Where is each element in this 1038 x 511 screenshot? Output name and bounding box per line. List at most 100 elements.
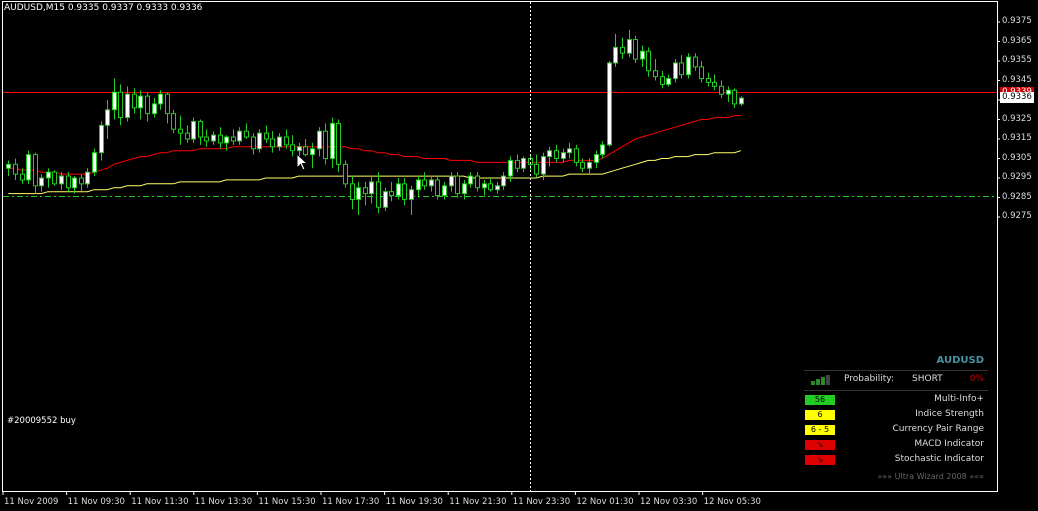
time-axis-label: 12 Nov 03:30 bbox=[640, 497, 698, 507]
current-price-badge: 0.9336 bbox=[1000, 92, 1034, 104]
time-axis-label: 11 Nov 15:30 bbox=[258, 497, 316, 507]
candle-body bbox=[350, 183, 355, 200]
candle-body bbox=[185, 132, 190, 140]
candle-body bbox=[712, 81, 717, 87]
candle-body bbox=[6, 163, 11, 169]
candle-body bbox=[600, 144, 605, 156]
time-axis-label: 11 Nov 09:30 bbox=[67, 497, 125, 507]
indicator-name: Multi-Info+ bbox=[934, 394, 984, 404]
indicator-value-box: ↘ bbox=[805, 440, 835, 450]
candle-body bbox=[719, 85, 724, 95]
price-axis-label: 0.9325 bbox=[1002, 113, 1032, 124]
candle-body bbox=[739, 97, 744, 105]
candle-body bbox=[59, 175, 64, 185]
candle-body bbox=[666, 78, 671, 85]
panel-divider bbox=[804, 390, 988, 391]
candle-body bbox=[66, 175, 71, 189]
candle-body bbox=[402, 183, 407, 200]
indicator-row: 6 Indice Strength bbox=[800, 408, 988, 422]
panel-divider bbox=[804, 370, 988, 371]
candle-body bbox=[363, 187, 368, 195]
candle-body bbox=[732, 89, 737, 105]
candle-body bbox=[39, 177, 44, 187]
candle-body bbox=[231, 136, 236, 142]
candle-body bbox=[105, 109, 110, 126]
candle-body bbox=[13, 163, 18, 175]
candle-body bbox=[620, 46, 625, 54]
time-axis-label: 11 Nov 13:30 bbox=[194, 497, 253, 507]
candle-body bbox=[336, 122, 341, 165]
candle-body bbox=[152, 103, 157, 115]
candle-body bbox=[679, 62, 684, 76]
candle-body bbox=[495, 185, 500, 191]
candle-body bbox=[79, 177, 84, 185]
candle-body bbox=[52, 171, 57, 185]
candle-body bbox=[673, 62, 678, 80]
candle-body bbox=[660, 76, 665, 85]
candle-body bbox=[277, 136, 282, 148]
panel-footer: »»» Ultra Wizard 2008 ««« bbox=[877, 472, 984, 481]
candle-body bbox=[145, 95, 150, 115]
candle-body bbox=[171, 113, 176, 130]
candle-body bbox=[640, 50, 645, 60]
candle-body bbox=[33, 154, 38, 187]
candle-body bbox=[607, 62, 612, 146]
candle-body bbox=[455, 175, 460, 195]
candle-body bbox=[224, 136, 229, 144]
candle-body bbox=[706, 78, 711, 83]
price-axis-label: 0.9305 bbox=[1002, 152, 1032, 163]
chart-title: AUDUSD,M15 0.9335 0.9337 0.9333 0.9336 bbox=[4, 3, 203, 13]
candle-body bbox=[290, 144, 295, 152]
price-axis-label: 0.9275 bbox=[1002, 211, 1032, 221]
candle-body bbox=[383, 191, 388, 208]
time-axis-label: 11 Nov 11:30 bbox=[131, 497, 189, 507]
candle-body bbox=[435, 179, 440, 197]
candle-body bbox=[204, 136, 209, 142]
probability-percent: 0% bbox=[969, 374, 984, 384]
candle-body bbox=[594, 154, 599, 163]
candle-body bbox=[646, 50, 651, 72]
candle-body bbox=[132, 93, 137, 109]
candle-body bbox=[547, 150, 552, 158]
candle-body bbox=[554, 150, 559, 159]
candle-body bbox=[686, 56, 691, 76]
indicator-name: Indice Strength bbox=[915, 409, 984, 419]
candle-body bbox=[699, 66, 704, 80]
candle-body bbox=[561, 152, 566, 159]
candle-body bbox=[587, 161, 592, 169]
time-axis-label: 11 Nov 2009 bbox=[4, 497, 59, 507]
candle-body bbox=[482, 183, 487, 189]
candle-body bbox=[633, 39, 638, 60]
candle-body bbox=[270, 138, 275, 148]
candle-body bbox=[99, 124, 104, 154]
indicator-row: ↘ Stochastic Indicator bbox=[800, 453, 988, 467]
time-axis-label: 12 Nov 01:30 bbox=[576, 497, 634, 507]
candle-body bbox=[178, 128, 183, 134]
price-axis-label: 0.9295 bbox=[1002, 172, 1032, 182]
candle-body bbox=[118, 91, 123, 119]
time-axis-label: 11 Nov 19:30 bbox=[385, 497, 443, 507]
candle-body bbox=[323, 130, 328, 159]
candle-body bbox=[409, 189, 414, 200]
probability-label: Probability: bbox=[844, 374, 894, 384]
candle-body bbox=[449, 175, 454, 187]
candle-body bbox=[330, 122, 335, 159]
time-axis-label: 11 Nov 23:30 bbox=[512, 497, 571, 507]
candle-body bbox=[462, 183, 467, 195]
candle-body bbox=[442, 185, 447, 197]
candle-body bbox=[138, 95, 143, 109]
time-axis-label: 12 Nov 05:30 bbox=[703, 497, 761, 507]
indicator-panel: AUDUSD Probability: SHORT 0% 56 Multi-Inf… bbox=[800, 355, 988, 483]
probability-row: Probability: SHORT 0% bbox=[804, 373, 988, 387]
candle-body bbox=[501, 175, 506, 187]
candle-body bbox=[284, 136, 289, 146]
candle-body bbox=[85, 171, 90, 185]
candle-body bbox=[26, 154, 31, 181]
indicator-value-box: 6 - 5 bbox=[805, 425, 835, 435]
signal-bars-icon bbox=[811, 375, 831, 385]
indicator-value-box: 6 bbox=[805, 410, 835, 420]
time-axis-label: 11 Nov 17:30 bbox=[322, 497, 380, 507]
candle-body bbox=[567, 148, 572, 154]
indicator-name: Currency Pair Range bbox=[892, 424, 984, 434]
indicator-row: 56 Multi-Info+ bbox=[800, 393, 988, 407]
